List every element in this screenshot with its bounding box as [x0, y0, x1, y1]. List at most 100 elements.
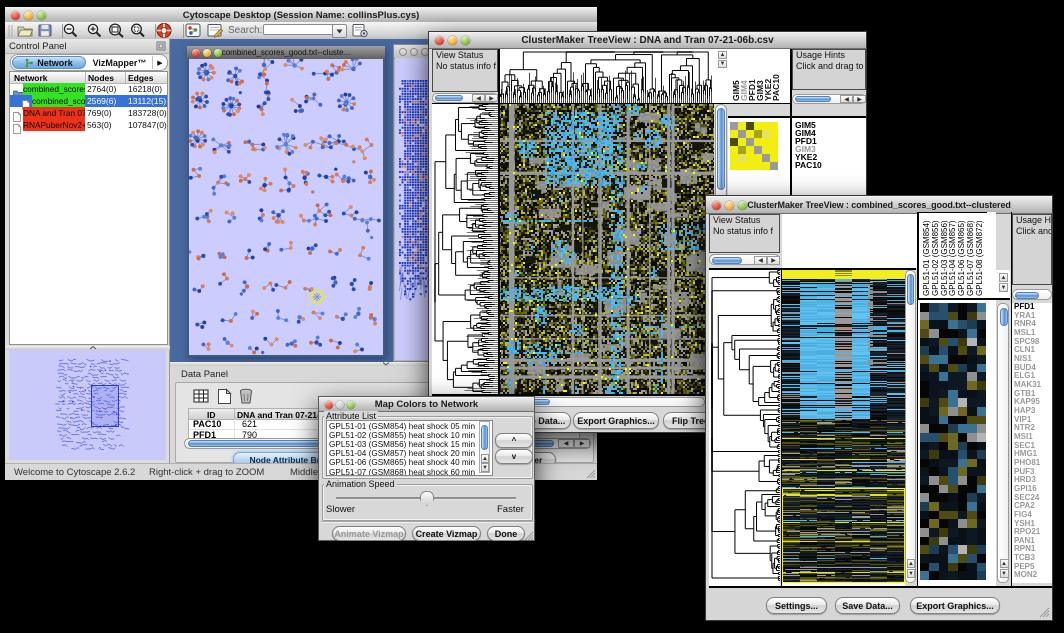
tv2-zoom-vscroll-thumb[interactable]: [1000, 308, 1008, 326]
scroll-up-icon[interactable]: ▲: [718, 51, 727, 59]
column-header-network[interactable]: Network: [14, 73, 48, 83]
scroll-up-icon[interactable]: ▲: [999, 273, 1008, 282]
scroll-left-icon[interactable]: ◀: [472, 94, 485, 102]
matrix-cell[interactable]: [754, 138, 762, 146]
matrix-cell[interactable]: [762, 122, 770, 130]
matrix-cell[interactable]: [762, 154, 770, 162]
attribute-list-item[interactable]: GPL51-03 (GSM856) heat shock 15 min: [329, 440, 479, 449]
resize-grip-icon[interactable]: [1038, 606, 1050, 618]
matrix-cell[interactable]: [730, 146, 738, 154]
tv1-hints-scroll-thumb[interactable]: [795, 96, 831, 102]
frame-zoom-button[interactable]: [214, 49, 222, 57]
matrix-cell[interactable]: [754, 146, 762, 154]
column-header-nodes[interactable]: Nodes: [88, 73, 114, 83]
zoom-fit-icon[interactable]: [107, 23, 126, 38]
tv1-hints-scrollbar[interactable]: ◀ ▶: [792, 94, 866, 104]
matrix-cell[interactable]: [738, 122, 746, 130]
attribute-list-scrollbar[interactable]: ▲ ▼: [479, 421, 490, 473]
zoom-in-icon[interactable]: [86, 23, 103, 38]
column-header-edges[interactable]: Edges: [128, 73, 154, 83]
attribute-list-item[interactable]: GPL51-06 (GSM865) heat shock 40 min: [329, 458, 479, 467]
dialog-close-button[interactable]: [325, 401, 333, 409]
tv1-column-label[interactable]: PAC10: [772, 74, 780, 101]
network-window-1-title-bar[interactable]: combined_scores_good.txt--cluste...: [187, 46, 385, 59]
move-down-button[interactable]: v: [495, 449, 533, 464]
tv2-column-label[interactable]: GPL51-06 (GSM865): [958, 220, 966, 296]
scroll-up-icon[interactable]: ▲: [481, 454, 489, 463]
tv2-left-dendrogram[interactable]: [709, 270, 780, 583]
scroll-right-icon[interactable]: ▶: [853, 95, 866, 103]
frame-close-button[interactable]: [192, 49, 200, 57]
tv2-status-scroll-thumb[interactable]: [712, 257, 742, 264]
zoom-out-icon[interactable]: [62, 23, 79, 38]
scroll-up-icon[interactable]: ▲: [1000, 559, 1009, 568]
matrix-cell[interactable]: [746, 154, 754, 162]
scroll-down-icon[interactable]: ▼: [999, 283, 1008, 292]
attribute-list-item[interactable]: GPL51-04 (GSM857) heat shock 20 min: [329, 449, 479, 458]
tv2-save-data-button[interactable]: Save Data...: [835, 597, 900, 614]
tv2-minimize-button[interactable]: [725, 201, 734, 210]
network-list-row[interactable]: combined_sco2569(6)13112(15): [10, 95, 167, 107]
tv2-status-scrollbar[interactable]: ◀ ▶: [709, 254, 780, 265]
search-index-icon[interactable]: [352, 23, 369, 38]
matrix-cell[interactable]: [738, 146, 746, 154]
tab-vizmapper[interactable]: VizMapper™: [87, 56, 153, 69]
matrix-cell[interactable]: [738, 138, 746, 146]
tv2-zoom-heatmap[interactable]: [920, 303, 986, 580]
matrix-cell[interactable]: [746, 162, 754, 170]
scroll-right-icon[interactable]: ▶: [485, 94, 498, 102]
treeview1-title-bar[interactable]: ClusterMaker TreeView : DNA and Tran 07-…: [429, 32, 866, 49]
search-input[interactable]: [263, 24, 335, 35]
tv2-zoom-button[interactable]: [738, 201, 747, 210]
tv2-export-graphics-button[interactable]: Export Graphics...: [910, 597, 1000, 614]
float-panel-icon[interactable]: [156, 41, 166, 51]
network-list-row[interactable]: RNAPuberNov2+!563(0)107847(0): [10, 119, 167, 131]
scroll-right-icon[interactable]: ▶: [767, 256, 780, 265]
scroll-left-icon[interactable]: ◀: [558, 439, 574, 448]
matrix-cell[interactable]: [730, 154, 738, 162]
attribute-list-item[interactable]: GPL51-01 (GSM854) heat shock 05 min: [329, 422, 479, 431]
modify-network-icon[interactable]: [185, 23, 202, 38]
network-canvas-1[interactable]: [189, 59, 383, 355]
matrix-cell[interactable]: [770, 138, 778, 146]
tv1-top-dendrogram[interactable]: [499, 49, 714, 103]
tv2-global-heatmap[interactable]: [782, 270, 905, 583]
correlation-matrix[interactable]: [730, 122, 778, 170]
create-vizmap-button[interactable]: Create Vizmap: [412, 526, 481, 541]
save-icon[interactable]: [38, 24, 52, 37]
matrix-cell[interactable]: [762, 162, 770, 170]
tv1-heatmap[interactable]: [499, 104, 714, 394]
matrix-cell[interactable]: [746, 146, 754, 154]
search-dropdown-button[interactable]: [332, 24, 347, 38]
network-overview-canvas[interactable]: [9, 350, 166, 460]
tv2-close-button[interactable]: [712, 201, 721, 210]
main-title-bar[interactable]: Cytoscape Desktop (Session Name: collins…: [5, 7, 597, 23]
tv2-settings-button[interactable]: Settings...: [766, 597, 827, 614]
matrix-cell[interactable]: [754, 130, 762, 138]
matrix-cell[interactable]: [746, 138, 754, 146]
tv1-close-button[interactable]: [435, 36, 444, 45]
attribute-list-scroll-thumb[interactable]: [481, 425, 488, 450]
matrix-cell[interactable]: [770, 154, 778, 162]
matrix-cell[interactable]: [738, 130, 746, 138]
zoom-button[interactable]: [37, 11, 46, 20]
datapanel-column-id[interactable]: ID: [207, 410, 216, 420]
scroll-down-icon[interactable]: ▼: [718, 60, 727, 68]
scroll-down-icon[interactable]: ▼: [907, 569, 915, 578]
attribute-list-item[interactable]: GPL51-02 (GSM855) heat shock 10 min: [329, 431, 479, 440]
tv1-heatmap-vscroll-thumb[interactable]: [717, 108, 725, 190]
tv2-heatmap-vscrollbar[interactable]: ▲ ▼: [905, 270, 916, 583]
tv2-hints-scroll-thumb[interactable]: [1015, 292, 1039, 299]
open-folder-icon[interactable]: [17, 24, 33, 37]
scroll-down-icon[interactable]: ▼: [1000, 569, 1009, 578]
dialog-title-bar[interactable]: Map Colors to Network: [319, 397, 534, 412]
tv2-column-label[interactable]: GPL51-08 (GSM872): [976, 220, 984, 296]
tv1-status-scroll-thumb[interactable]: [435, 95, 463, 101]
scroll-down-icon[interactable]: ▼: [481, 463, 489, 472]
annotation-icon[interactable]: [207, 23, 224, 38]
matrix-cell[interactable]: [762, 138, 770, 146]
tv2-column-label[interactable]: GPL51-02 (GSM855): [932, 220, 940, 296]
network-list-row[interactable]: DNA and Tran 07769(0)183728(0): [10, 107, 167, 119]
tv1-minimize-button[interactable]: [448, 36, 457, 45]
matrix-cell[interactable]: [754, 154, 762, 162]
